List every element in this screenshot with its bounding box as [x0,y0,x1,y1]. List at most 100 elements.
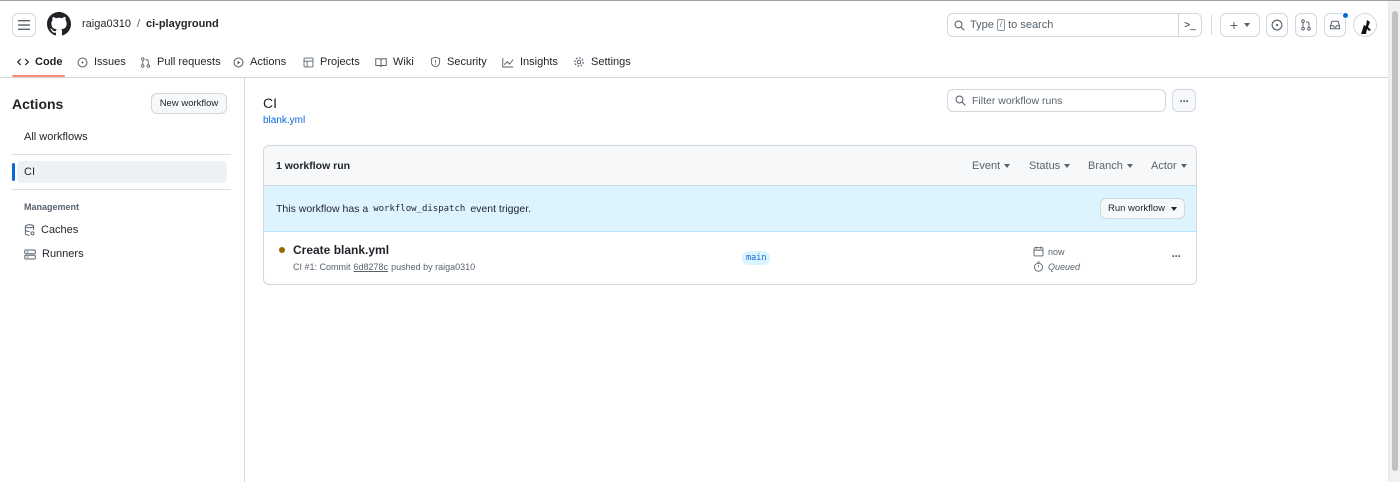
sidebar-item-runners[interactable]: Runners [17,243,227,265]
sidebar-item-caches[interactable]: Caches [17,219,227,241]
tab-wiki[interactable]: Wiki [375,47,414,77]
tab-settings[interactable]: Settings [573,47,631,77]
actor-filter[interactable]: Actor [1151,160,1187,172]
command-palette-button[interactable]: >_ [1178,13,1201,37]
sidebar-divider-bottom [12,189,231,190]
workflow-file-link[interactable]: blank.yml [263,115,305,126]
search-text-before: Type [970,19,994,31]
search-icon [955,95,966,106]
issues-button[interactable] [1266,13,1288,37]
branch-badge[interactable]: main [742,251,771,265]
selected-tab-indicator [12,75,65,77]
global-search[interactable]: Type / to search >_ [947,13,1202,37]
tab-security[interactable]: Security [430,47,487,77]
status-filter[interactable]: Status [1029,160,1071,172]
workflow-runs-box: 1 workflow run Event Status Branch Actor… [263,145,1197,285]
book-icon [375,57,387,67]
plus-icon: + [1229,17,1239,33]
branch-filter[interactable]: Branch [1088,160,1133,172]
event-filter[interactable]: Event [972,160,1011,172]
sidebar-item-label: Caches [41,224,79,236]
chevron-down-icon [1064,164,1071,169]
shield-icon [430,56,441,68]
database-icon [24,224,35,236]
dispatch-text-after: event trigger. [470,203,532,215]
terminal-icon: >_ [1184,19,1196,31]
calendar-icon [1033,246,1044,257]
github-logo[interactable] [47,12,71,36]
tab-label: Issues [94,56,126,68]
tab-actions[interactable]: Actions [233,47,286,77]
menu-button[interactable] [12,13,36,37]
graph-icon [502,57,514,67]
tab-code[interactable]: Code [17,47,63,77]
tab-insights[interactable]: Insights [502,47,558,77]
chevron-down-icon [1244,23,1251,27]
tab-label: Projects [320,56,360,68]
scrollbar-thumb[interactable] [1392,11,1398,471]
filter-label: Event [972,160,1001,172]
sidebar-item-ci[interactable]: CI [17,161,227,183]
pull-requests-button[interactable] [1295,13,1317,37]
dispatch-banner: This workflow has a workflow_dispatch ev… [264,186,1196,232]
workflow-run-row[interactable]: Create blank.yml CI #1: Commit 6d8278c p… [264,233,1196,284]
filter-label: Actor [1151,160,1177,172]
tab-label: Insights [520,56,558,68]
filter-label: Branch [1088,160,1123,172]
pull-request-icon [141,56,150,68]
filter-runs-input[interactable]: Filter workflow runs [947,89,1166,112]
sidebar-item-label: Runners [42,248,84,260]
repo-link[interactable]: ci-playground [146,18,219,30]
active-item-indicator [12,163,15,181]
run-title[interactable]: Create blank.yml [293,243,389,257]
gear-icon [574,57,584,67]
sidebar-item-all-workflows[interactable]: All workflows [17,126,227,148]
filter-runs-placeholder: Filter workflow runs [972,94,1063,107]
code-icon [17,58,29,66]
tab-pull-requests[interactable]: Pull requests [140,47,221,77]
owner-link[interactable]: raiga0310 [82,18,131,30]
create-new-button[interactable]: + [1220,13,1260,37]
dispatch-text-before: This workflow has a [276,203,369,215]
run-meta-prefix: CI #1: Commit [293,262,351,272]
run-workflow-button[interactable]: Run workflow [1100,198,1185,219]
sidebar-divider-top [12,154,231,155]
breadcrumb: raiga0310 / ci-playground [82,18,219,30]
tab-label: Actions [250,56,287,68]
run-time-label: now [1048,246,1065,257]
run-time: now [1033,246,1065,257]
avatar[interactable] [1353,13,1377,37]
kebab-horizontal-icon: ··· [1171,249,1182,263]
git-pull-request-icon [1301,19,1311,31]
sidebar-title: Actions [12,96,64,112]
new-workflow-button[interactable]: New workflow [151,93,227,114]
run-meta-suffix: pushed by raiga0310 [391,262,476,272]
header-divider [1211,15,1212,35]
kebab-horizontal-icon: ··· [1179,93,1190,108]
chevron-down-icon [1171,206,1178,211]
run-workflow-label: Run workflow [1107,203,1166,214]
avatar-image-icon [1361,20,1371,34]
commit-link[interactable]: 6d8278c [354,262,389,272]
dispatch-event-code: workflow_dispatch [373,204,466,214]
tab-projects[interactable]: Projects [303,47,360,77]
runs-header: 1 workflow run Event Status Branch Actor [264,146,1196,186]
inbox-icon [1330,20,1340,30]
stopwatch-icon [1034,261,1043,272]
issue-opened-icon [1271,19,1283,31]
repo-header: raiga0310 / ci-playground Type / to sear… [0,1,1388,78]
filter-label: Status [1029,160,1061,172]
run-status: Queued [1033,261,1080,272]
tab-issues[interactable]: Issues [77,47,126,77]
run-meta: CI #1: Commit 6d8278c pushed by raiga031… [293,262,475,272]
run-menu-button[interactable]: ··· [1167,247,1185,265]
chevron-down-icon [1126,164,1133,169]
server-icon [24,249,36,259]
tab-label: Pull requests [157,56,221,68]
chevron-down-icon [1180,164,1187,169]
github-mark-icon [47,12,71,36]
page-scrollbar[interactable] [1388,1,1400,482]
workflow-menu-button[interactable]: ··· [1172,89,1196,112]
sidebar-item-label: CI [24,166,35,178]
new-workflow-label: New workflow [159,98,219,109]
